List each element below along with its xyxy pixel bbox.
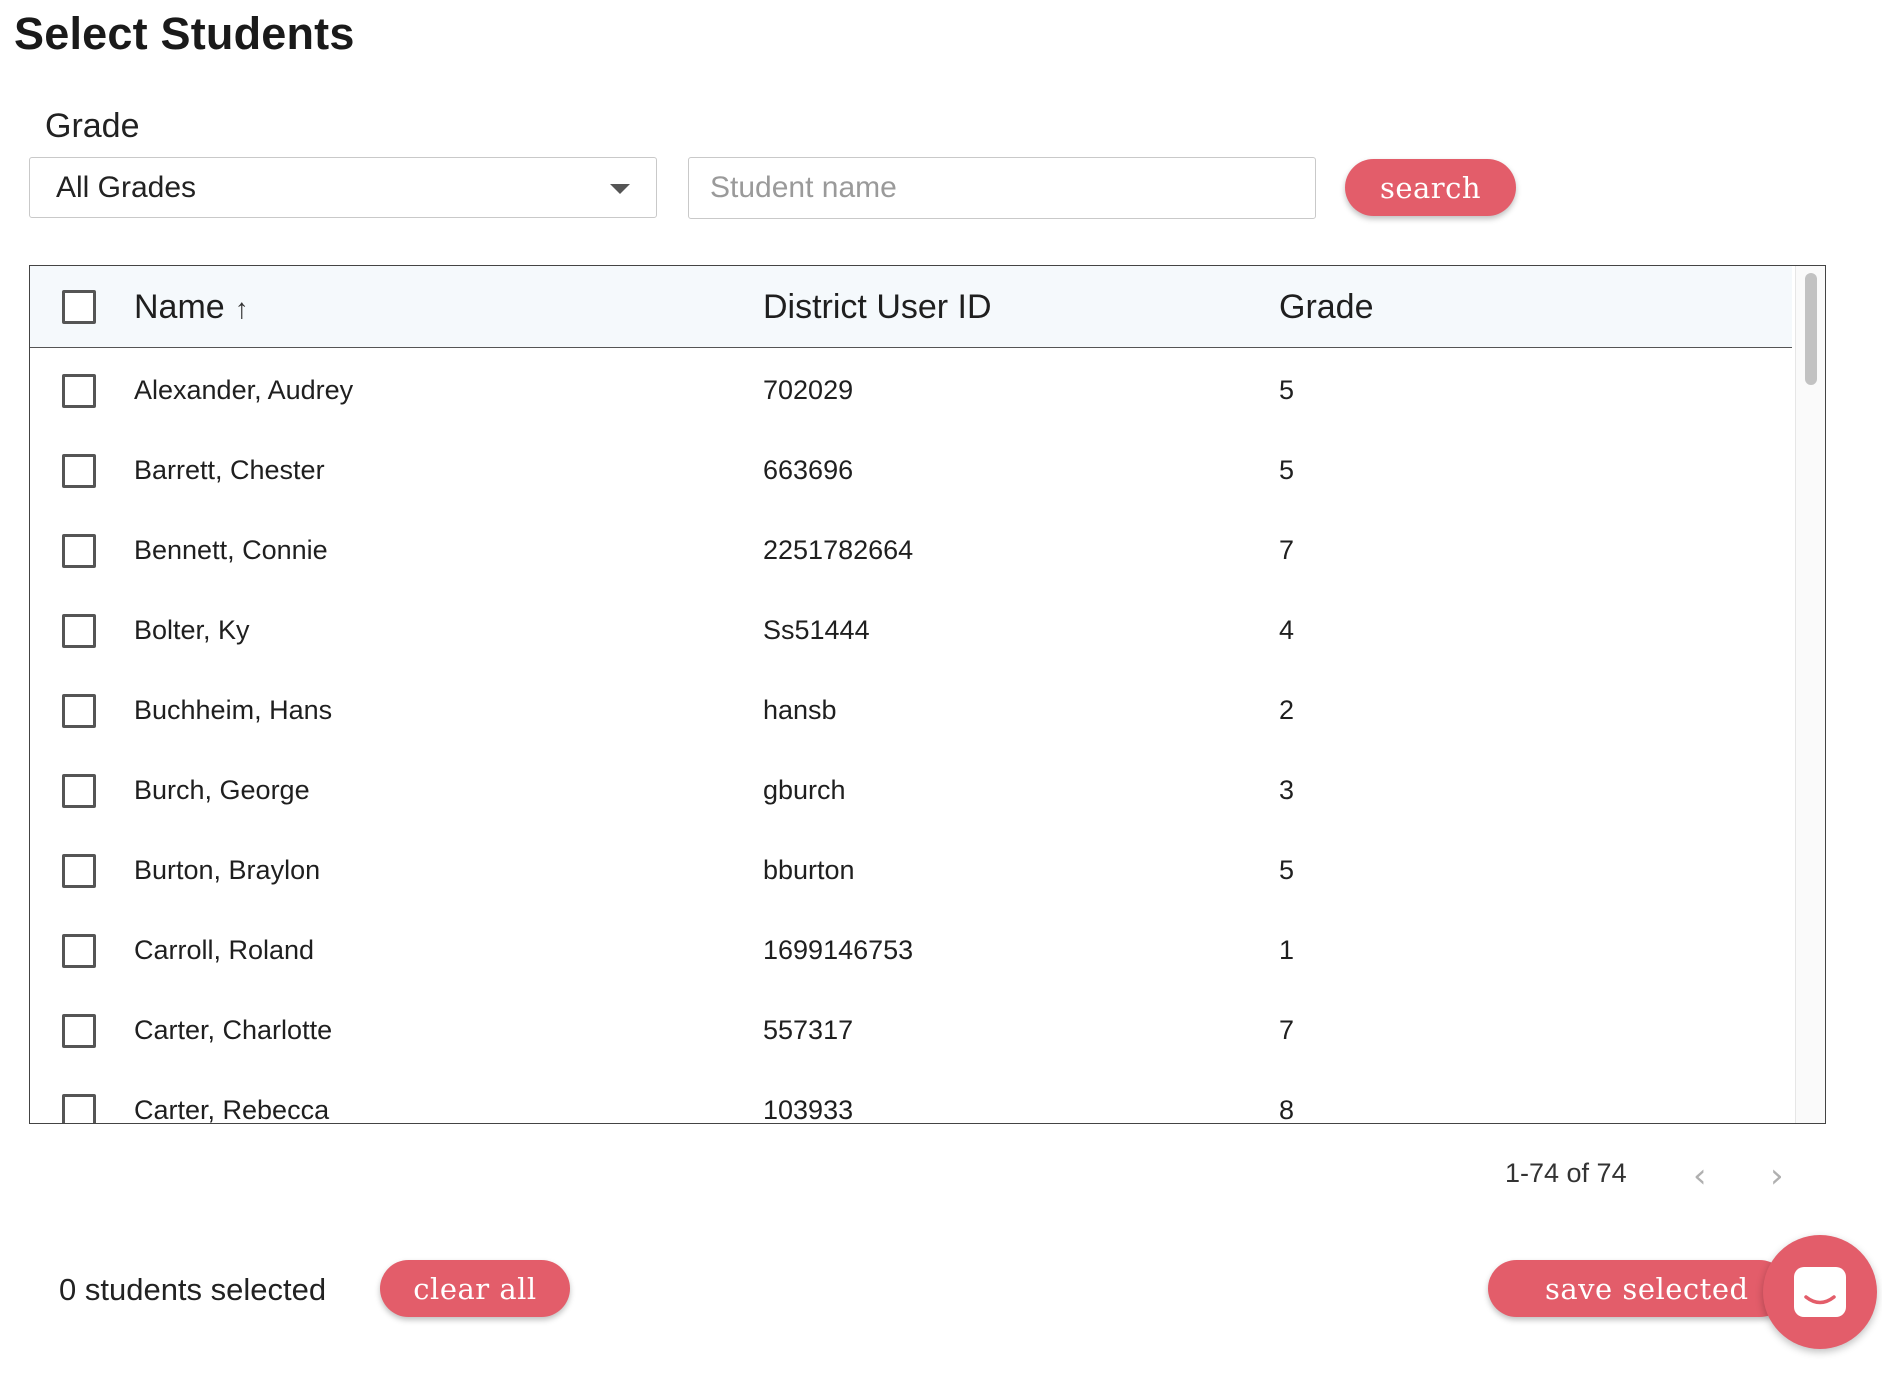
district-id-cell: 702029 <box>763 375 854 405</box>
chat-launcher-button[interactable] <box>1763 1235 1877 1349</box>
grade-cell: 3 <box>1279 775 1295 805</box>
column-header-grade[interactable]: Grade <box>1279 288 1374 327</box>
student-name-cell: Bennett, Connie <box>134 535 328 565</box>
row-checkbox[interactable] <box>62 774 96 808</box>
table-row[interactable]: Burton, Braylon bburton 5 <box>30 831 1792 911</box>
grade-cell: 4 <box>1279 615 1295 645</box>
grade-cell: 5 <box>1279 855 1295 885</box>
grade-select-value: All Grades <box>56 170 197 204</box>
save-selected-button[interactable]: save selected <box>1488 1260 1788 1317</box>
student-name-cell: Carroll, Roland <box>134 935 315 965</box>
chat-icon <box>1794 1267 1846 1317</box>
district-id-cell: 2251782664 <box>763 535 914 565</box>
student-name-cell: Barrett, Chester <box>134 455 325 485</box>
column-header-district-id[interactable]: District User ID <box>763 288 992 327</box>
grade-cell: 2 <box>1279 695 1295 725</box>
search-button[interactable]: search <box>1345 159 1516 216</box>
table-row[interactable]: Burch, George gburch 3 <box>30 751 1792 831</box>
grade-cell: 5 <box>1279 375 1295 405</box>
row-checkbox[interactable] <box>62 454 96 488</box>
row-checkbox[interactable] <box>62 1094 96 1123</box>
table-row[interactable]: Carter, Rebecca 103933 8 <box>30 1071 1792 1124</box>
pagination-range: 1-74 of 74 <box>1505 1158 1627 1188</box>
chevron-left-icon[interactable]: ‹ <box>1693 1156 1707 1196</box>
clear-all-button[interactable]: clear all <box>380 1260 570 1317</box>
grade-cell: 8 <box>1279 1095 1295 1124</box>
student-name-cell: Carter, Rebecca <box>134 1095 330 1124</box>
student-name-input[interactable] <box>688 157 1316 219</box>
table-row[interactable]: Carroll, Roland 1699146753 1 <box>30 911 1792 991</box>
chevron-right-icon[interactable]: › <box>1770 1156 1784 1196</box>
district-id-cell: Ss51444 <box>763 615 870 645</box>
row-checkbox[interactable] <box>62 934 96 968</box>
district-id-cell: 557317 <box>763 1015 854 1045</box>
table-row[interactable]: Buchheim, Hans hansb 2 <box>30 671 1792 751</box>
column-header-name[interactable]: Name ↑ <box>134 288 249 327</box>
table-row[interactable]: Bolter, Ky Ss51444 4 <box>30 591 1792 671</box>
arrow-up-icon: ↑ <box>234 293 249 324</box>
table-row[interactable]: Barrett, Chester 663696 5 <box>30 431 1792 511</box>
grade-cell: 5 <box>1279 455 1295 485</box>
row-checkbox[interactable] <box>62 374 96 408</box>
dropdown-caret-icon <box>610 184 630 194</box>
page-title: Select Students <box>14 8 355 59</box>
table-header: Name ↑ District User ID Grade <box>30 266 1792 348</box>
row-checkbox[interactable] <box>62 614 96 648</box>
district-id-cell: 103933 <box>763 1095 854 1124</box>
row-checkbox[interactable] <box>62 1014 96 1048</box>
row-checkbox[interactable] <box>62 534 96 568</box>
scrollbar-thumb[interactable] <box>1805 273 1817 385</box>
grade-cell: 7 <box>1279 535 1295 565</box>
row-checkbox[interactable] <box>62 694 96 728</box>
row-checkbox[interactable] <box>62 854 96 888</box>
grade-select[interactable]: All Grades <box>29 157 657 218</box>
student-name-cell: Alexander, Audrey <box>134 375 354 405</box>
student-name-cell: Buchheim, Hans <box>134 695 333 725</box>
grade-cell: 1 <box>1279 935 1295 965</box>
selected-count: 0 students selected <box>59 1272 327 1307</box>
student-name-cell: Bolter, Ky <box>134 615 250 645</box>
district-id-cell: gburch <box>763 775 846 805</box>
column-header-name-label: Name <box>134 288 225 326</box>
district-id-cell: 1699146753 <box>763 935 914 965</box>
district-id-cell: 663696 <box>763 455 854 485</box>
student-name-cell: Carter, Charlotte <box>134 1015 333 1045</box>
table-row[interactable]: Alexander, Audrey 702029 5 <box>30 351 1792 431</box>
grade-cell: 7 <box>1279 1015 1295 1045</box>
student-name-cell: Burch, George <box>134 775 310 805</box>
table-row[interactable]: Carter, Charlotte 557317 7 <box>30 991 1792 1071</box>
select-all-checkbox[interactable] <box>62 290 96 324</box>
student-name-cell: Burton, Braylon <box>134 855 321 885</box>
table-row[interactable]: Bennett, Connie 2251782664 7 <box>30 511 1792 591</box>
table-scrollbar[interactable] <box>1795 266 1825 1123</box>
district-id-cell: hansb <box>763 695 837 725</box>
district-id-cell: bburton <box>763 855 855 885</box>
grade-filter-label: Grade <box>45 107 140 145</box>
students-table: Name ↑ District User ID Grade Alexander, … <box>29 265 1826 1124</box>
